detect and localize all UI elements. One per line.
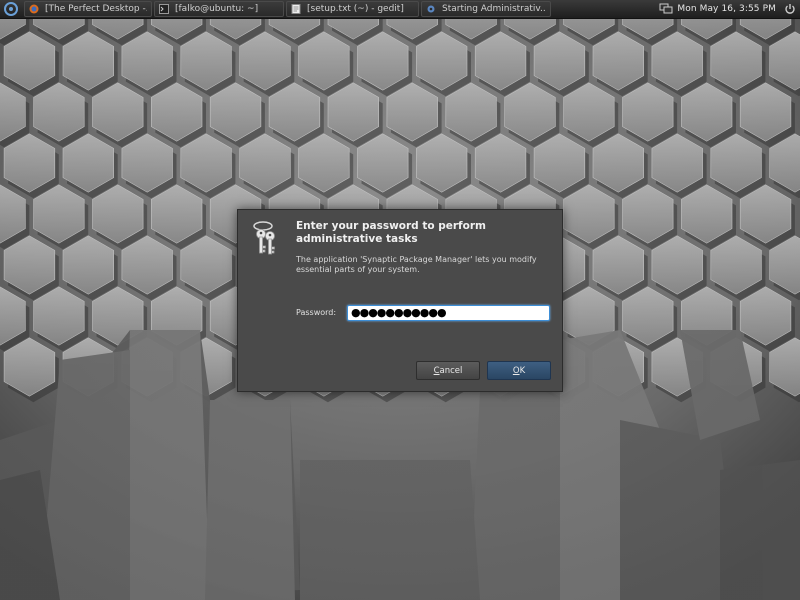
dialog-description-line: essential parts of your system. bbox=[296, 265, 420, 274]
keys-icon bbox=[253, 221, 275, 255]
dialog-description: The application 'Synaptic Package Manage… bbox=[296, 255, 556, 275]
ok-label: K bbox=[519, 365, 526, 376]
dialog-description-line: The application 'Synaptic Package Manage… bbox=[296, 255, 537, 264]
dialog-title-line: Enter your password to perform bbox=[296, 220, 486, 232]
taskbar-item-admin[interactable]: Starting Administrativ... bbox=[421, 1, 551, 17]
firefox-icon bbox=[29, 4, 39, 14]
taskbar-item-label: [falko@ubuntu: ~] bbox=[175, 4, 259, 14]
ok-mnemonic: O bbox=[512, 365, 520, 376]
taskbar-item-label: Starting Administrativ... bbox=[442, 4, 546, 14]
cancel-button[interactable]: Cancel bbox=[416, 361, 480, 380]
taskbar-item-browser[interactable]: [The Perfect Desktop -... bbox=[24, 1, 152, 17]
ok-button[interactable]: OK bbox=[487, 361, 551, 380]
top-panel: [The Perfect Desktop -... [falko@ubuntu:… bbox=[0, 0, 800, 19]
gedit-icon bbox=[291, 4, 301, 14]
taskbar-item-terminal[interactable]: [falko@ubuntu: ~] bbox=[154, 1, 284, 17]
clock[interactable]: Mon May 16, 3:55 PM bbox=[677, 4, 776, 14]
taskbar-item-label: [setup.txt (~) - gedit] bbox=[307, 4, 404, 14]
dialog-title-line: administrative tasks bbox=[296, 233, 418, 245]
taskbar-item-label: [The Perfect Desktop -... bbox=[45, 4, 147, 14]
power-icon[interactable] bbox=[784, 3, 796, 15]
gear-icon bbox=[427, 5, 435, 13]
menu-logo-icon[interactable] bbox=[0, 0, 22, 18]
password-label: Password: bbox=[296, 308, 337, 317]
dialog-title: Enter your password to perform administr… bbox=[296, 220, 546, 246]
terminal-icon bbox=[159, 4, 169, 14]
cancel-label: ancel bbox=[439, 365, 463, 376]
network-icon[interactable] bbox=[659, 3, 673, 15]
password-field[interactable]: ●●●●●●●●●●● bbox=[347, 305, 550, 321]
authentication-dialog: Enter your password to perform administr… bbox=[237, 209, 563, 392]
taskbar-item-gedit[interactable]: [setup.txt (~) - gedit] bbox=[286, 1, 419, 17]
